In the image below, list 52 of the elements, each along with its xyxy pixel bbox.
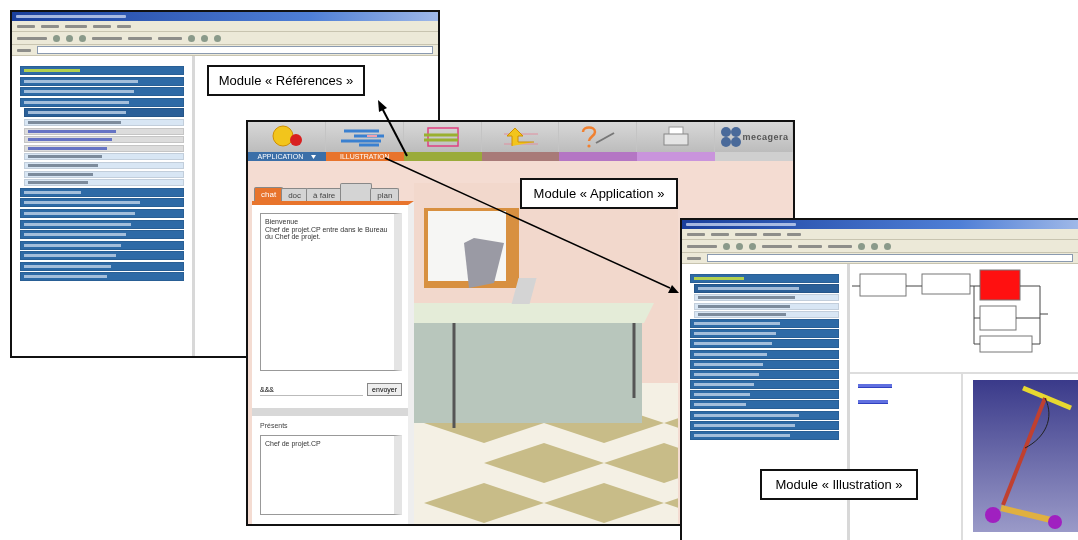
menu-item[interactable]: [20, 66, 184, 75]
menu-item[interactable]: [690, 431, 839, 440]
printer-icon[interactable]: [660, 125, 691, 149]
menu-item[interactable]: [690, 369, 839, 379]
menu-item[interactable]: [20, 76, 184, 86]
menu-item[interactable]: [24, 161, 184, 169]
menu-item[interactable]: [690, 420, 839, 430]
menu-item[interactable]: [20, 198, 184, 208]
dropdown-icon: [311, 154, 317, 159]
tab[interactable]: [340, 183, 373, 201]
menu-item[interactable]: [690, 274, 839, 283]
tab[interactable]: plan: [370, 188, 400, 201]
menu-item[interactable]: [690, 349, 839, 359]
menu-item[interactable]: [20, 272, 184, 282]
menu-item[interactable]: [694, 284, 839, 294]
menu-item[interactable]: [24, 118, 184, 126]
menu-item[interactable]: [20, 261, 184, 271]
address-bar[interactable]: [12, 45, 438, 56]
menu-item[interactable]: [690, 329, 839, 339]
menu-item[interactable]: [694, 310, 839, 318]
menu-item[interactable]: [24, 153, 184, 161]
tab[interactable]: à faire: [306, 188, 343, 201]
menu-item[interactable]: [24, 127, 184, 135]
logo-icon: [718, 125, 743, 149]
tab[interactable]: doc: [281, 188, 309, 201]
menu-item[interactable]: [690, 400, 839, 410]
menu-item[interactable]: [690, 380, 839, 390]
menu-item[interactable]: [694, 294, 839, 302]
menu-item[interactable]: [694, 302, 839, 310]
menu-item[interactable]: [20, 230, 184, 240]
menu-item[interactable]: [20, 187, 184, 197]
menu-item[interactable]: [20, 208, 184, 218]
menu-item[interactable]: [20, 240, 184, 250]
menu-item[interactable]: [690, 410, 839, 420]
menu-item[interactable]: [20, 87, 184, 97]
menu-item[interactable]: [24, 144, 184, 152]
menu-item[interactable]: [690, 339, 839, 349]
address-bar[interactable]: [682, 253, 1078, 264]
menu-item[interactable]: [24, 108, 184, 118]
menu-item[interactable]: [690, 390, 839, 400]
menu-item[interactable]: [20, 219, 184, 229]
callout-label: Module « Illustration »: [760, 469, 918, 500]
logo-text: mecagera: [742, 132, 789, 142]
callout-label: Module « Références »: [207, 65, 365, 96]
menu-item[interactable]: [24, 170, 184, 178]
callout-label: Module « Application »: [520, 178, 678, 209]
menu-item[interactable]: [20, 251, 184, 261]
menu-item[interactable]: [20, 97, 184, 107]
menu-item[interactable]: [24, 136, 184, 144]
menu-item[interactable]: [24, 179, 184, 187]
menu-item[interactable]: [690, 359, 839, 369]
menu-item[interactable]: [690, 318, 839, 328]
